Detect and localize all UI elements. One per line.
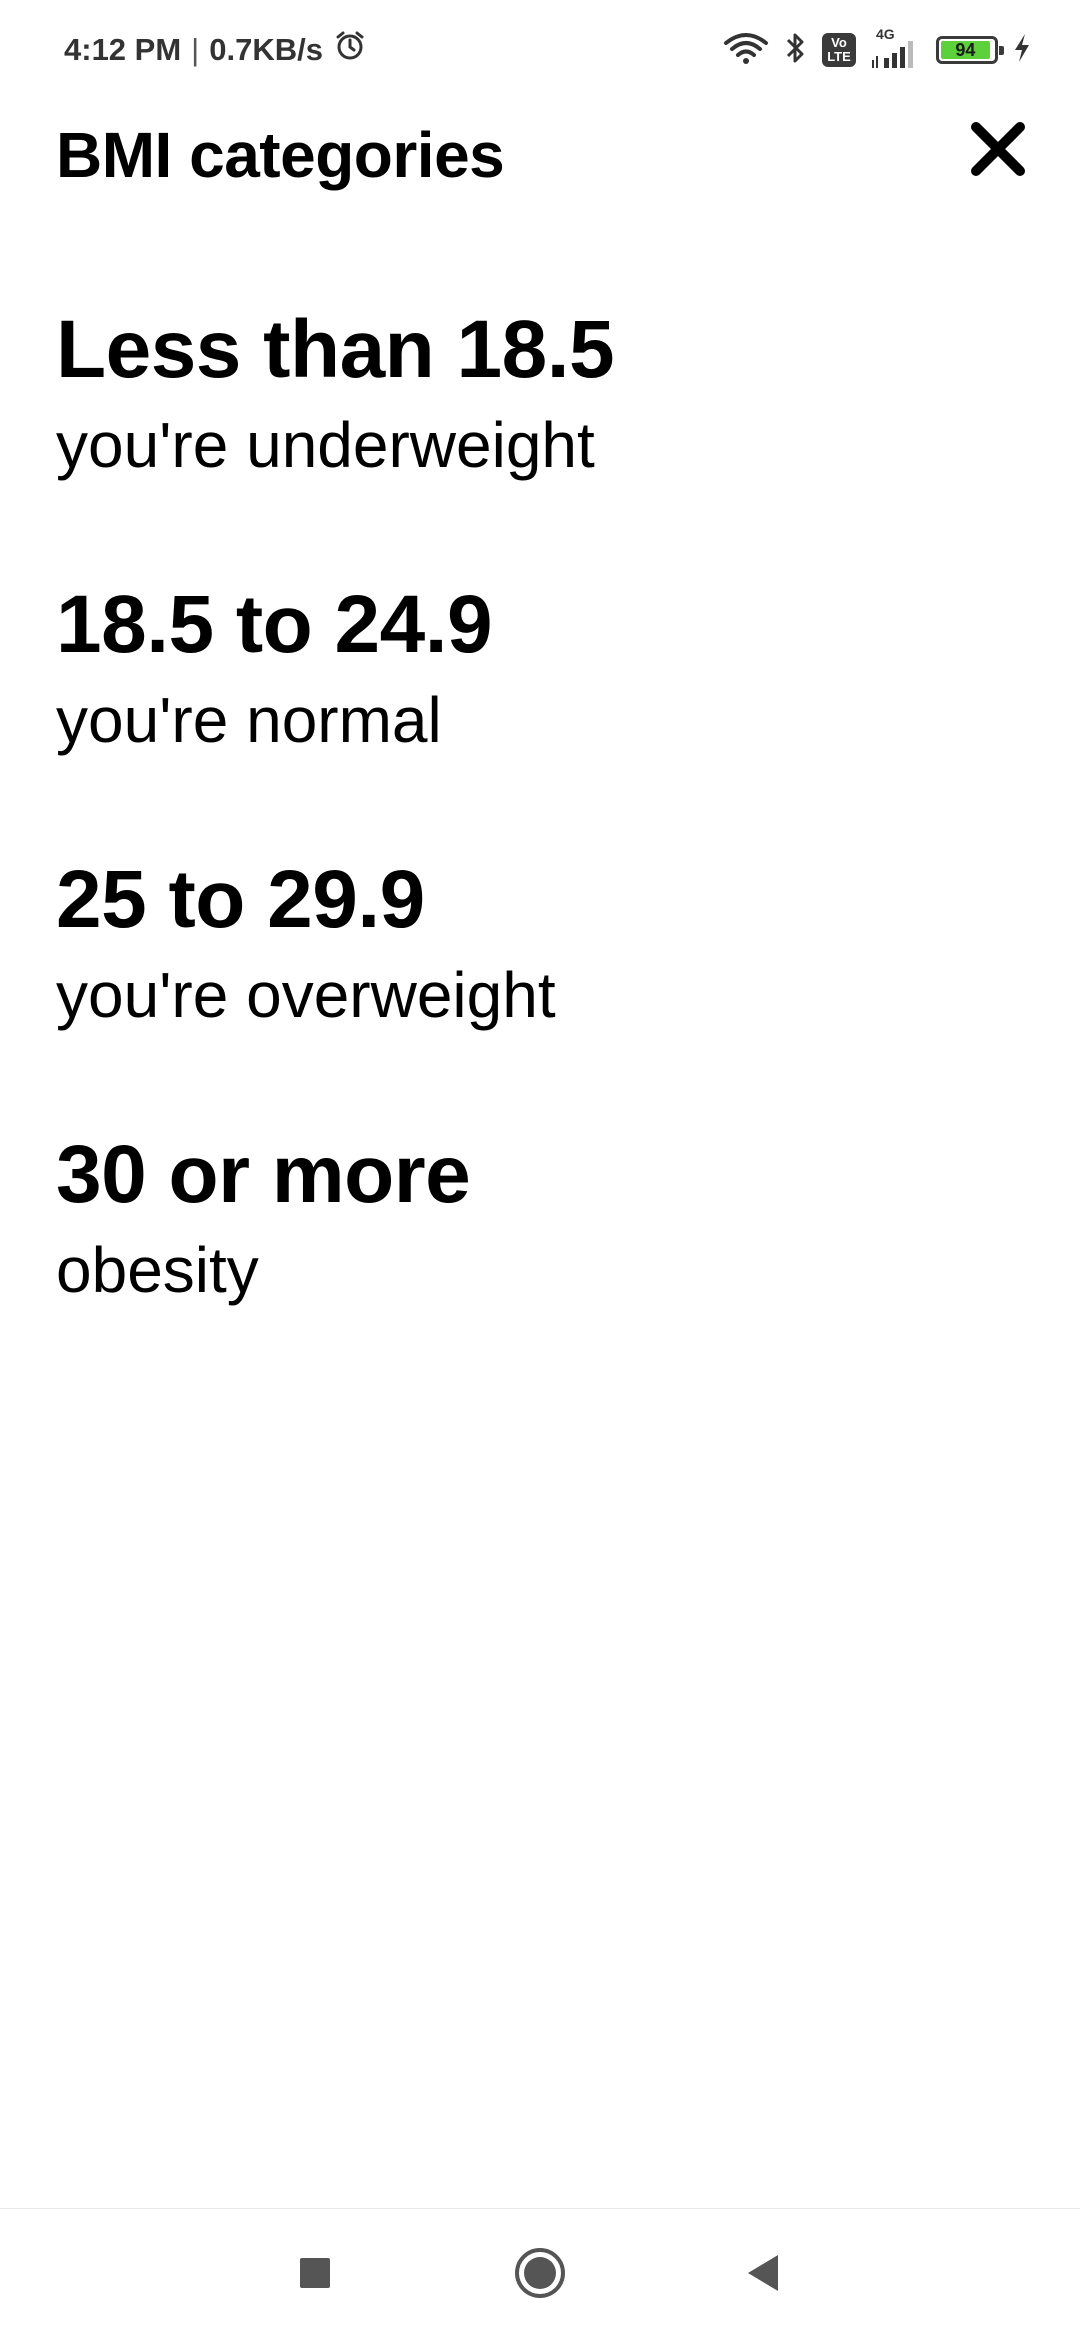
square-recents-icon <box>298 2256 332 2295</box>
battery-indicator: 94 <box>936 36 1004 64</box>
wifi-icon <box>722 31 770 70</box>
category-overweight: 25 to 29.9 you're overweight <box>56 850 1036 1125</box>
close-icon <box>968 119 1028 184</box>
category-description: you're overweight <box>56 959 556 1031</box>
close-button[interactable] <box>962 115 1034 187</box>
battery-tip <box>999 46 1004 55</box>
page-title: BMI categories <box>56 119 505 191</box>
category-range: 25 to 29.9 <box>56 854 425 945</box>
network-speed: 0.7KB/s <box>209 32 323 67</box>
volte-top-label: Vo <box>831 35 847 50</box>
category-normal: 18.5 to 24.9 you're normal <box>56 575 1036 850</box>
category-description: obesity <box>56 1234 259 1306</box>
circle-home-icon <box>513 2246 567 2305</box>
charging-bolt-icon <box>1012 32 1032 69</box>
bluetooth-icon <box>784 30 808 71</box>
volte-bottom-label: LTE <box>827 49 851 64</box>
category-range: 18.5 to 24.9 <box>56 579 493 670</box>
recents-button[interactable] <box>277 2237 353 2313</box>
back-button[interactable] <box>724 2237 800 2313</box>
volte-badge: Vo LTE <box>822 33 856 67</box>
status-time: 4:12 PM <box>64 32 182 67</box>
category-underweight: Less than 18.5 you're underweight <box>56 300 1036 575</box>
home-button[interactable] <box>502 2237 578 2313</box>
navigation-bar <box>0 2208 1080 2341</box>
category-obesity: 30 or more obesity <box>56 1125 1036 1400</box>
status-bar-right: Vo LTE 4G 94 <box>722 26 1032 72</box>
status-bar-left: 4:12 PM | 0.7KB/s <box>64 28 367 72</box>
alarm-clock-icon <box>333 29 367 71</box>
category-description: you're underweight <box>56 409 595 481</box>
category-description: you're normal <box>56 684 442 756</box>
category-range: Less than 18.5 <box>56 304 615 395</box>
cellular-signal-icon: 4G <box>870 26 922 70</box>
status-separator: | <box>191 32 200 67</box>
status-bar: 4:12 PM | 0.7KB/s Vo LTE 4G 94 <box>0 0 1080 100</box>
bmi-category-list: Less than 18.5 you're underweight 18.5 t… <box>56 300 1036 1400</box>
category-range: 30 or more <box>56 1129 471 1220</box>
battery-fill: 94 <box>941 39 990 60</box>
battery-level: 94 <box>955 39 976 60</box>
triangle-back-icon <box>742 2252 782 2299</box>
